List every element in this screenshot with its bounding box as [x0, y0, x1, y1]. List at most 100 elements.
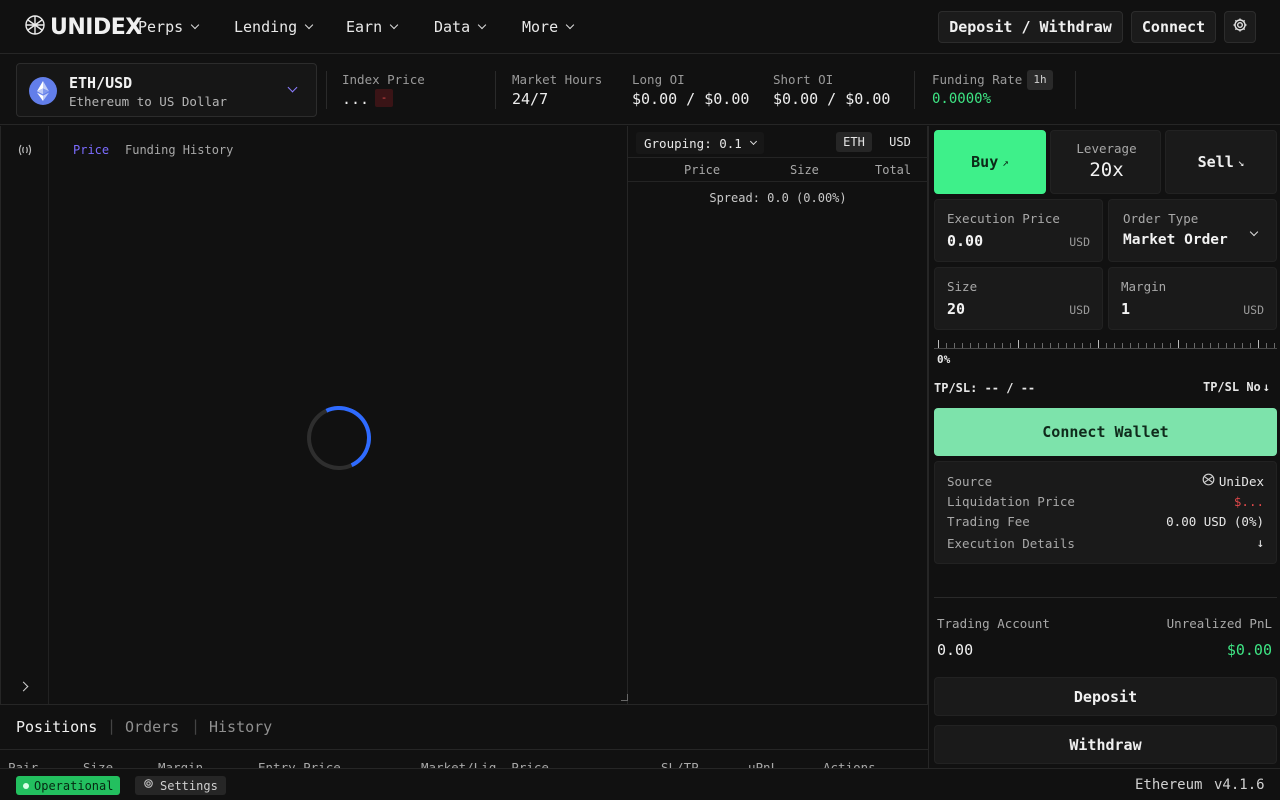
nav-data-label: Data	[434, 18, 471, 36]
tab-history[interactable]: History	[209, 718, 272, 736]
slider-tick	[1026, 343, 1027, 348]
chevron-down-icon	[565, 20, 575, 30]
signal-icon[interactable]	[17, 142, 33, 162]
nav-data[interactable]: Data	[434, 18, 487, 36]
spread-text: Spread: 0.0 (0.00%)	[709, 191, 847, 205]
ethereum-icon	[29, 77, 57, 109]
chevron-down-icon	[1249, 227, 1259, 237]
slider-tick	[946, 343, 947, 348]
settings-button[interactable]	[1224, 11, 1256, 43]
size-field[interactable]: Size 20 USD	[934, 267, 1103, 330]
status-dot-icon	[23, 782, 29, 789]
slider-tick	[1122, 343, 1123, 348]
nav-perps[interactable]: Perps	[138, 18, 200, 36]
tab-positions[interactable]: Positions	[16, 718, 97, 736]
deposit-withdraw-button[interactable]: Deposit / Withdraw	[938, 11, 1123, 43]
index-price-value: ...	[342, 90, 370, 108]
slider-tick	[1114, 343, 1115, 348]
arrow-down-right-icon: ↘	[1237, 155, 1245, 169]
arrow-up-right-icon: ↗	[1002, 155, 1009, 169]
tab-separator: |	[191, 717, 201, 735]
liquidation-price-value: $...	[1233, 494, 1264, 509]
long-oi-value: $0.00 / $0.00	[632, 90, 750, 108]
unidex-logo[interactable]: UNIDEX	[24, 14, 142, 40]
withdraw-button[interactable]: Withdraw	[934, 725, 1277, 764]
divider	[0, 749, 928, 750]
unit-toggle-eth[interactable]: ETH	[836, 132, 872, 152]
settings-label: Settings	[160, 778, 218, 793]
slider-tick	[1106, 343, 1107, 348]
order-type-select[interactable]: Order Type Market Order	[1108, 199, 1277, 262]
leverage-slider[interactable]	[934, 337, 1277, 349]
settings-link[interactable]: Settings	[135, 776, 226, 795]
leverage-selector[interactable]: Leverage 20x	[1050, 130, 1161, 194]
nav-more-label: More	[522, 18, 559, 36]
buy-label: Buy	[971, 153, 999, 171]
arrow-down-icon[interactable]: ↓	[1256, 535, 1264, 550]
execution-price-field[interactable]: Execution Price 0.00 USD	[934, 199, 1103, 262]
unit-toggle-usd[interactable]: USD	[882, 132, 918, 152]
nav-lending[interactable]: Lending	[234, 18, 314, 36]
source-label: Source	[947, 474, 993, 489]
tpsl-toggle[interactable]: TP/SL No ↓	[1203, 380, 1270, 394]
slider-tick	[994, 343, 995, 348]
slider-tick	[1002, 343, 1003, 348]
size-value: 20	[947, 300, 966, 318]
order-type-label: Order Type	[1123, 211, 1199, 226]
execution-details-toggle[interactable]: Execution Details	[947, 536, 1075, 551]
grouping-select[interactable]: Grouping: 0.1	[636, 132, 764, 154]
margin-unit: USD	[1243, 303, 1264, 317]
trading-fee-label: Trading Fee	[947, 514, 1030, 529]
top-navigation-bar: UNIDEX Perps Lending Earn Data More Depo…	[0, 0, 1280, 54]
funding-interval-badge[interactable]: 1h	[1027, 70, 1053, 90]
tab-price[interactable]: Price	[73, 143, 109, 157]
source-name: UniDex	[1218, 474, 1264, 489]
slider-tick	[978, 343, 979, 348]
nav-earn[interactable]: Earn	[346, 18, 399, 36]
column-header-total: Total	[875, 163, 912, 177]
slider-tick	[1226, 343, 1227, 348]
chevron-down-icon	[477, 20, 487, 30]
sell-button[interactable]: Sell ↘	[1165, 130, 1277, 194]
execution-price-value: 0.00	[947, 232, 984, 250]
slider-tick	[1242, 343, 1243, 348]
tab-orders[interactable]: Orders	[125, 718, 179, 736]
order-type-value: Market Order	[1123, 232, 1228, 248]
tab-funding-history[interactable]: Funding History	[125, 143, 233, 157]
loading-spinner	[297, 396, 381, 480]
resize-handle-icon[interactable]	[621, 694, 628, 701]
deposit-button[interactable]: Deposit	[934, 677, 1277, 716]
slider-tick	[938, 340, 939, 348]
liquidation-price-label: Liquidation Price	[947, 494, 1075, 509]
slider-tick	[1194, 343, 1195, 348]
connect-wallet-button[interactable]: Connect Wallet	[934, 408, 1277, 456]
margin-value: 1	[1121, 300, 1131, 318]
divider	[914, 71, 915, 109]
divider	[934, 597, 1277, 598]
buy-button[interactable]: Buy ↗	[934, 130, 1046, 194]
slider-tick	[1250, 343, 1251, 348]
arrow-down-icon: ↓	[1262, 380, 1270, 394]
divider	[495, 71, 496, 109]
nav-more[interactable]: More	[522, 18, 575, 36]
slider-tick	[1162, 343, 1163, 348]
divider	[628, 181, 928, 182]
slider-tick	[1146, 343, 1147, 348]
divider	[326, 71, 327, 109]
slider-tick	[1058, 343, 1059, 348]
slider-tick	[1258, 340, 1259, 348]
pair-selector[interactable]: ETH/USD Ethereum to US Dollar	[16, 63, 317, 117]
source-value: UniDex	[1202, 473, 1264, 490]
tpsl-summary: TP/SL: -- / --	[934, 381, 1036, 395]
slider-tick	[1178, 340, 1179, 348]
margin-field[interactable]: Margin 1 USD	[1108, 267, 1277, 330]
slider-tick	[1074, 343, 1075, 348]
slider-percent: 0%	[937, 353, 951, 366]
unrealized-pnl-value: $0.00	[1226, 641, 1272, 659]
chevron-right-icon[interactable]	[18, 681, 29, 692]
execution-price-unit: USD	[1069, 235, 1090, 249]
unrealized-pnl-label: Unrealized PnL	[1166, 616, 1272, 631]
connect-button[interactable]: Connect	[1131, 11, 1216, 43]
status-bar: Operational Settings Ethereum v4.1.6	[0, 768, 1280, 800]
slider-tick	[1042, 343, 1043, 348]
